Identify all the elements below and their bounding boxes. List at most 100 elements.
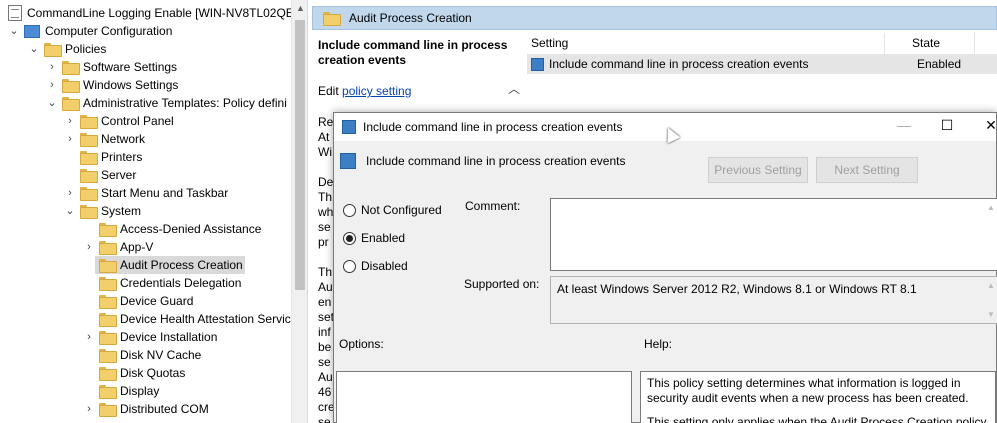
chevron-right-icon[interactable]: › <box>64 112 76 130</box>
tree-item[interactable]: Display <box>83 382 159 400</box>
tree-item[interactable]: Printers <box>64 148 142 166</box>
tree-item-label: Disk NV Cache <box>120 348 202 362</box>
radio-disabled[interactable]: Disabled <box>343 259 408 273</box>
folder-icon <box>80 187 98 201</box>
column-setting[interactable]: Setting <box>531 36 568 50</box>
folder-icon <box>99 313 117 327</box>
tree-item-label: Start Menu and Taskbar <box>101 186 229 200</box>
folder-icon <box>80 205 98 219</box>
tree-item[interactable]: ⌄ Policies <box>28 40 106 58</box>
tree-item[interactable]: › Windows Settings <box>46 76 178 94</box>
tree-item[interactable]: Device Guard <box>83 292 193 310</box>
previous-setting-button[interactable]: Previous Setting <box>708 157 808 183</box>
dialog-title: Include command line in process creation… <box>363 120 623 134</box>
radio-circle[interactable] <box>343 203 356 217</box>
tree-item[interactable]: › Device Installation <box>83 328 217 346</box>
radio-circle[interactable] <box>343 231 356 245</box>
computer-icon <box>24 24 40 38</box>
help-paragraph-1: This policy setting determines what info… <box>647 376 969 405</box>
tree-item[interactable]: ⌄ Administrative Templates: Policy defini <box>46 94 287 112</box>
minimize-icon[interactable]: — <box>889 117 919 137</box>
tree-item[interactable]: Audit Process Creation <box>95 256 245 274</box>
supported-on-field: At least Windows Server 2012 R2, Windows… <box>550 276 997 324</box>
radio-circle[interactable] <box>343 259 356 273</box>
chevron-right-icon[interactable]: › <box>83 238 95 256</box>
tree-item[interactable]: Disk Quotas <box>83 364 185 382</box>
folder-icon <box>44 43 62 57</box>
tree-item[interactable]: › Distributed COM <box>83 400 209 418</box>
folder-icon <box>99 331 117 345</box>
maximize-icon[interactable]: ☐ <box>932 117 962 137</box>
chevron-down-icon[interactable]: ⌄ <box>8 22 20 40</box>
tree-scrollbar[interactable]: ▲ <box>291 0 307 423</box>
tree-item[interactable]: › Start Menu and Taskbar <box>64 184 228 202</box>
chevron-right-icon[interactable]: › <box>83 328 95 346</box>
comment-textarea[interactable]: ▲ <box>550 198 997 271</box>
radio-not-configured[interactable]: Not Configured <box>343 203 442 217</box>
scroll-down-arrow-icon[interactable]: ▼ <box>985 310 997 319</box>
table-row[interactable]: Include command line in process creation… <box>527 54 997 74</box>
chevron-down-icon[interactable]: ⌄ <box>46 94 58 112</box>
tree-item[interactable]: CommandLine Logging Enable [WIN-NV8TL02Q… <box>4 4 294 22</box>
tree-item[interactable]: Credentials Delegation <box>83 274 241 292</box>
settings-column-header: Setting State <box>527 33 997 55</box>
tree-item[interactable]: Access-Denied Assistance <box>83 220 261 238</box>
tree-item[interactable]: Device Health Attestation Servic <box>83 310 291 328</box>
tree-item-label: System <box>101 204 142 218</box>
comment-scrollbar[interactable]: ▲ <box>985 199 997 270</box>
tree-item[interactable]: ⌄ Computer Configuration <box>8 22 172 40</box>
tree-item[interactable]: › Control Panel <box>64 112 174 130</box>
chevron-right-icon[interactable]: › <box>46 76 58 94</box>
tree-item-label: Device Health Attestation Servic <box>120 312 291 326</box>
folder-icon <box>80 133 98 147</box>
tree-item-label: CommandLine Logging Enable [WIN-NV8TL02Q… <box>27 6 294 20</box>
tree-item-label: Audit Process Creation <box>120 258 243 272</box>
tree-item-label: Access-Denied Assistance <box>120 222 262 236</box>
chevron-right-icon[interactable]: › <box>64 130 76 148</box>
policy-setting-icon <box>342 120 356 134</box>
options-panel <box>336 371 632 423</box>
close-icon[interactable]: ✕ <box>976 117 997 137</box>
tree-item-label: Device Installation <box>120 330 218 344</box>
scroll-up-arrow-icon[interactable]: ▲ <box>985 281 997 290</box>
tree-item-label: Disk Quotas <box>120 366 186 380</box>
chevron-right-icon[interactable]: › <box>46 58 58 76</box>
tree-item[interactable]: › App-V <box>83 238 153 256</box>
folder-icon <box>99 295 117 309</box>
next-setting-button[interactable]: Next Setting <box>816 157 918 183</box>
column-divider[interactable] <box>884 33 885 55</box>
column-state[interactable]: State <box>912 36 940 50</box>
scroll-up-arrow-icon[interactable]: ▲ <box>985 203 997 212</box>
tree-item[interactable]: › Software Settings <box>46 58 177 76</box>
edit-policy-line: Edit policy setting <box>318 84 411 98</box>
folder-icon <box>99 241 117 255</box>
edit-policy-setting-link[interactable]: policy setting <box>342 84 411 98</box>
tree-item[interactable]: Disk NV Cache <box>83 346 201 364</box>
chevron-up-icon[interactable]: ︿ <box>508 80 522 100</box>
chevron-down-icon[interactable]: ⌄ <box>28 40 40 58</box>
row-setting-name: Include command line in process creation… <box>549 57 809 71</box>
chevron-right-icon[interactable]: › <box>64 184 76 202</box>
column-divider[interactable] <box>974 33 975 55</box>
radio-label: Not Configured <box>361 203 442 217</box>
chevron-right-icon[interactable]: › <box>83 400 95 418</box>
tree-item-label: Display <box>120 384 160 398</box>
gpo-document-icon <box>8 5 22 21</box>
supported-scrollbar[interactable]: ▲ ▼ <box>985 277 997 323</box>
chevron-down-icon[interactable]: ⌄ <box>64 202 76 220</box>
tree-item[interactable]: ⌄ System <box>64 202 141 220</box>
folder-icon <box>99 403 117 417</box>
scroll-up-arrow-icon[interactable]: ▲ <box>292 3 307 13</box>
policy-setting-icon <box>531 57 544 71</box>
tree-item[interactable]: › Network <box>64 130 145 148</box>
row-state: Enabled <box>917 57 962 71</box>
tree-scrollbar-thumb[interactable] <box>295 20 305 290</box>
policy-dialog: Include command line in process creation… <box>333 112 997 423</box>
radio-enabled[interactable]: Enabled <box>343 231 405 245</box>
tree-item[interactable]: Server <box>64 166 136 184</box>
